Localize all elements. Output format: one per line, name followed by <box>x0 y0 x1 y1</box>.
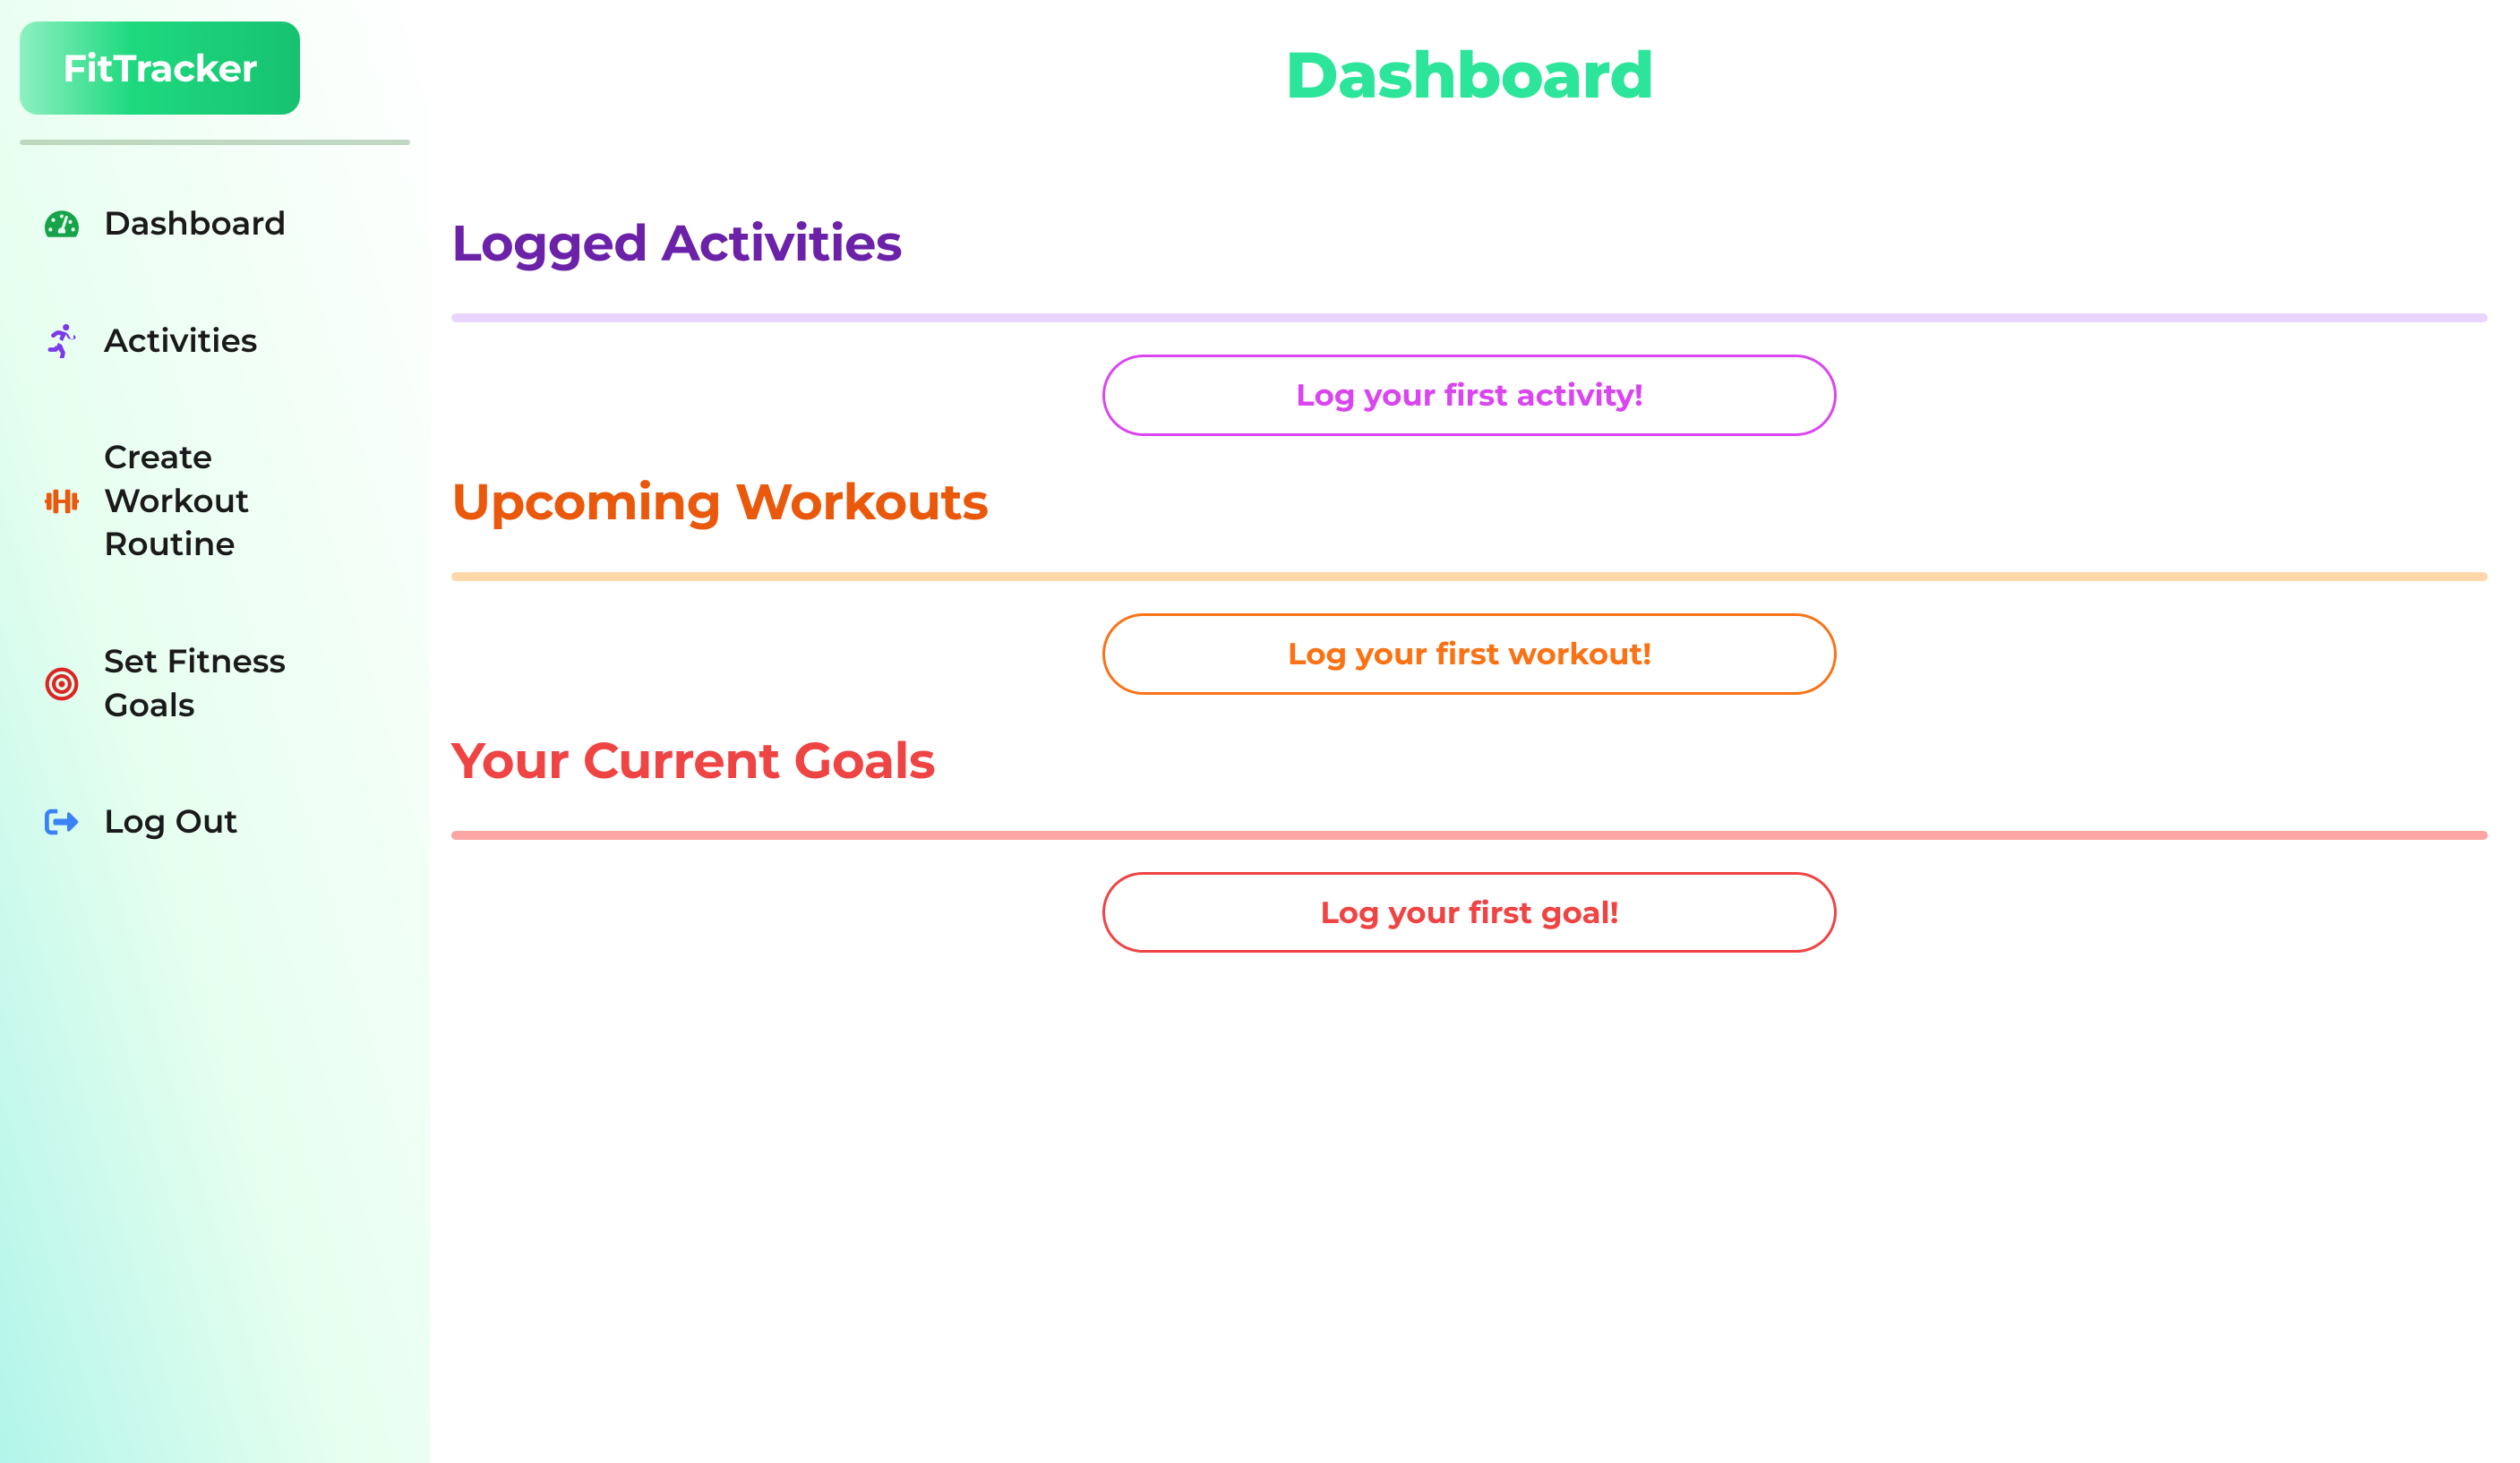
log-activity-button[interactable]: Log your first activity! <box>1102 355 1837 436</box>
section-divider-goals <box>451 831 2488 840</box>
dumbbell-icon <box>45 484 79 518</box>
bullseye-icon <box>45 667 79 701</box>
sidebar-item-label: Set Fitness Goals <box>104 640 335 727</box>
sidebar-item-activities[interactable]: Activities <box>20 298 360 385</box>
brand-logo[interactable]: FitTracker <box>20 21 300 115</box>
section-divider-activities <box>451 313 2488 322</box>
dashboard-icon <box>45 207 79 241</box>
section-title-workouts: Upcoming Workouts <box>451 472 2488 533</box>
log-workout-button[interactable]: Log your first workout! <box>1102 613 1837 695</box>
sidebar-item-label: Create Workout Routine <box>104 436 335 567</box>
sidebar-nav: Dashboard Activities Create Workout Rout… <box>20 181 410 866</box>
sidebar-item-label: Activities <box>104 320 335 364</box>
running-icon <box>45 324 79 358</box>
logout-icon <box>45 805 79 839</box>
sidebar-item-label: Log Out <box>104 800 335 844</box>
section-current-goals: Your Current Goals Log your first goal! <box>451 731 2488 954</box>
sidebar-divider <box>20 140 410 145</box>
section-logged-activities: Logged Activities Log your first activit… <box>451 213 2488 436</box>
sidebar: FitTracker Dashboard Activities Create W… <box>0 0 430 1463</box>
section-divider-workouts <box>451 572 2488 581</box>
section-title-activities: Logged Activities <box>451 213 2488 274</box>
sidebar-item-dashboard[interactable]: Dashboard <box>20 181 360 268</box>
main-content: Dashboard Logged Activities Log your fir… <box>430 0 2520 1463</box>
section-upcoming-workouts: Upcoming Workouts Log your first workout… <box>451 472 2488 695</box>
sidebar-item-label: Dashboard <box>104 202 335 246</box>
log-goal-button[interactable]: Log your first goal! <box>1102 872 1837 954</box>
sidebar-item-set-goals[interactable]: Set Fitness Goals <box>20 619 360 749</box>
sidebar-item-create-workout[interactable]: Create Workout Routine <box>20 415 360 588</box>
section-title-goals: Your Current Goals <box>451 731 2488 791</box>
page-title: Dashboard <box>451 36 2488 115</box>
sidebar-item-logout[interactable]: Log Out <box>20 779 360 866</box>
